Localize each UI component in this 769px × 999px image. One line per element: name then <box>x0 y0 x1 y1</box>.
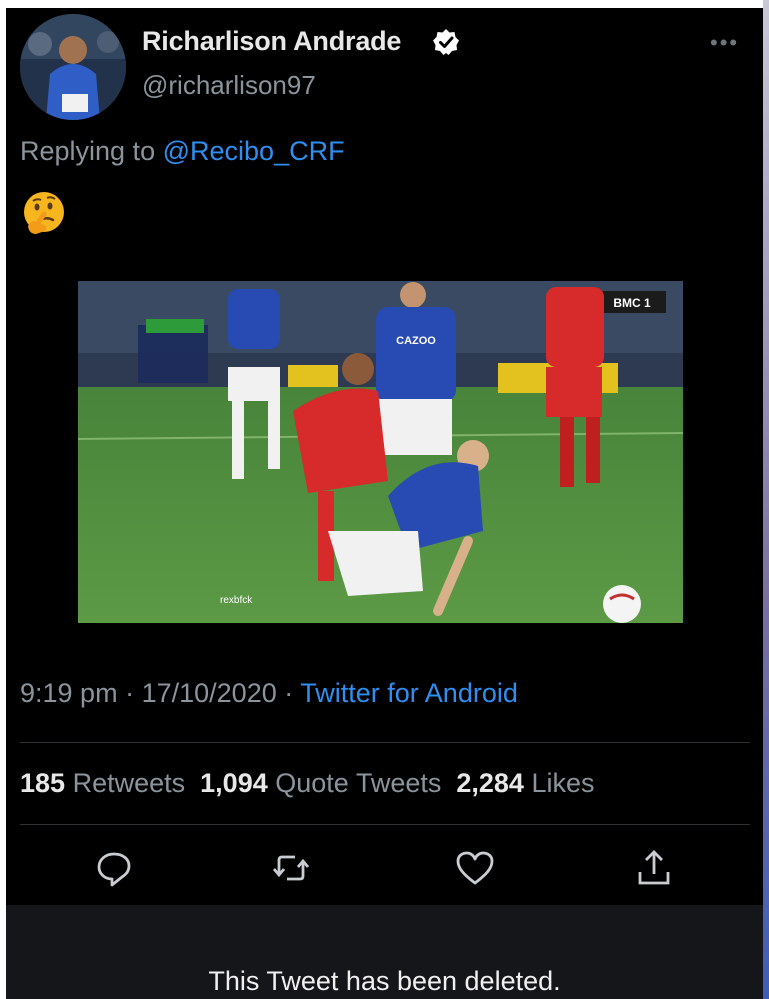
author-name[interactable]: Richarlison Andrade <box>142 26 401 57</box>
divider <box>20 742 750 743</box>
broadcaster-logo: BMC 1 <box>613 296 651 310</box>
window-edge <box>763 0 769 999</box>
tweet-timestamp-line: 9:19 pm · 17/10/2020 · Twitter for Andro… <box>20 678 518 709</box>
replying-prefix: Replying to <box>20 136 156 166</box>
retweets-stat[interactable]: 185 Retweets <box>20 768 185 798</box>
deleted-notice-text: This Tweet has been deleted. <box>208 966 561 996</box>
tweet-media-image[interactable]: BMC 1 CAZOO rexbfck <box>78 281 683 623</box>
reply-icon[interactable] <box>92 846 136 890</box>
retweets-label: Retweets <box>72 768 186 798</box>
media-watermark: rexbfck <box>220 595 253 606</box>
retweets-count: 185 <box>20 768 66 798</box>
tweet-source-link[interactable]: Twitter for Android <box>300 678 518 708</box>
thinking-face-emoji <box>24 192 64 234</box>
share-icon[interactable] <box>632 846 676 890</box>
retweet-icon[interactable] <box>269 846 313 890</box>
separator: · <box>284 678 294 708</box>
tweet-time[interactable]: 9:19 pm <box>20 678 118 708</box>
separator: · <box>125 678 135 708</box>
divider <box>20 824 750 825</box>
tweet-stats: 185 Retweets 1,094 Quote Tweets 2,284 Li… <box>20 768 595 799</box>
avatar[interactable] <box>20 14 126 120</box>
more-options-icon[interactable]: ••• <box>710 30 739 56</box>
quotes-count: 1,094 <box>200 768 268 798</box>
tweet-detail-view: Richarlison Andrade @richarlison97 ••• R… <box>6 8 763 999</box>
author-handle[interactable]: @richarlison97 <box>142 70 316 101</box>
sponsor-text: CAZOO <box>396 335 436 347</box>
likes-stat[interactable]: 2,284 Likes <box>456 768 594 798</box>
replying-to-mention[interactable]: @Recibo_CRF <box>163 136 345 166</box>
heart-icon[interactable] <box>453 846 497 890</box>
quote-tweets-stat[interactable]: 1,094 Quote Tweets <box>200 768 441 798</box>
replying-to-line: Replying to @Recibo_CRF <box>20 136 345 167</box>
tweet-date[interactable]: 17/10/2020 <box>142 678 277 708</box>
quotes-label: Quote Tweets <box>275 768 442 798</box>
likes-label: Likes <box>531 768 595 798</box>
verified-badge-icon <box>433 29 459 55</box>
likes-count: 2,284 <box>456 768 524 798</box>
